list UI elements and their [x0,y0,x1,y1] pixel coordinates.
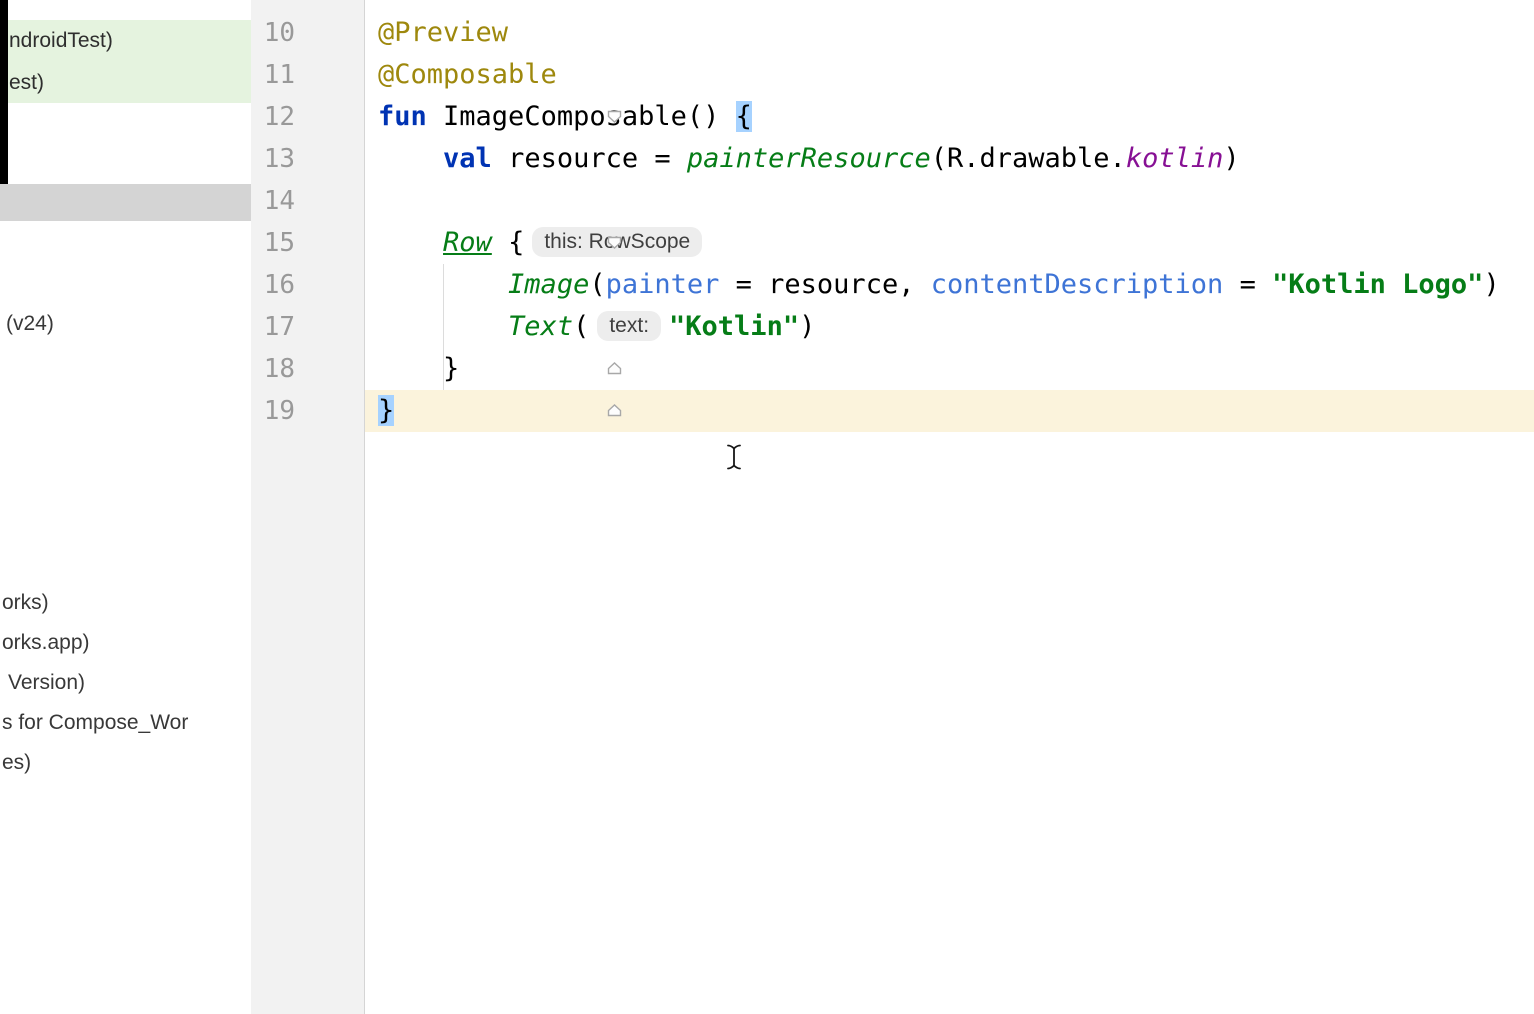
editor-gutter[interactable]: 10 11 12 13 14 15 16 17 18 19 ⚙ [251,0,365,1014]
code-token [378,269,508,300]
code-token: } [378,395,394,426]
fold-up-icon[interactable] [606,402,623,419]
code-token: ( [573,311,589,342]
code-token: ) [1223,143,1239,174]
tree-item-version[interactable]: Version) [0,663,252,703]
code-token: } [378,353,459,384]
code-line-14[interactable] [365,180,1534,222]
tree-item-androidtest[interactable]: ndroidTest) [0,20,252,62]
code-token: ) [799,311,815,342]
line-number[interactable]: 15 [259,222,295,264]
code-line-19[interactable]: } [365,390,1534,432]
fold-down-icon[interactable] [606,234,623,251]
code-token: contentDescription [931,269,1224,300]
code-token: @Preview [378,17,508,48]
code-token: ( [589,269,605,300]
code-token [378,311,508,342]
code-token: (R.drawable. [931,143,1126,174]
line-number[interactable]: 17 [259,306,295,348]
code-token: "Kotlin" [669,311,799,342]
code-editor[interactable]: @Preview @Composable fun ImageComposable… [365,0,1534,1014]
code-token: = [1223,269,1272,300]
line-number[interactable]: 19 [259,390,295,432]
code-line-15[interactable]: Row {this: RowScope [365,222,1534,264]
code-line-10[interactable]: @Preview [365,12,1534,54]
code-line-12[interactable]: fun ImageComposable() { [365,96,1534,138]
code-token: kotlin [1126,143,1224,174]
code-token: { [736,101,752,132]
tree-item-es[interactable]: es) [0,743,252,783]
code-token: Row [443,227,492,258]
line-number[interactable]: 18 [259,348,295,390]
code-token: painterResource [687,143,931,174]
line-number[interactable]: 11 [259,54,295,96]
code-token [378,143,443,174]
project-tree-panel: ndroidTest) est) (v24) orks) orks.app) V… [0,0,252,1014]
code-token: val [443,143,492,174]
code-token: { [492,227,525,258]
line-number[interactable]: 12 [259,96,295,138]
code-token: ImageComposable() [427,101,736,132]
text-cursor-pointer [724,443,744,471]
code-token: "Kotlin Logo" [1272,269,1483,300]
panel-edge-strip [0,0,8,184]
line-number[interactable]: 16 [259,264,295,306]
tree-item-compose-wor[interactable]: s for Compose_Wor [0,703,252,743]
tree-item-works[interactable]: orks) [0,583,252,623]
code-line-18[interactable]: } [365,348,1534,390]
tree-item-test[interactable]: est) [0,62,252,103]
code-token: @Composable [378,59,557,90]
code-line-17[interactable]: Text( text: "Kotlin") [365,306,1534,348]
code-line-16[interactable]: Image(painter = resource, contentDescrip… [365,264,1534,306]
code-token: Image [508,269,589,300]
code-token: resource = [492,143,687,174]
tree-item-selected[interactable] [0,184,251,221]
code-line-13[interactable]: val resource = painterResource(R.drawabl… [365,138,1534,180]
line-number[interactable]: 10 [259,12,295,54]
code-token [378,227,443,258]
code-token: fun [378,101,427,132]
tree-item-works-app[interactable]: orks.app) [0,623,252,663]
fold-down-icon[interactable] [606,108,623,125]
line-number[interactable]: 13 [259,138,295,180]
code-token: painter [606,269,720,300]
tree-item-v24[interactable]: (v24) [0,304,252,344]
code-token: Text [508,311,573,342]
code-token: ) [1483,269,1499,300]
inlay-hint: text: [597,311,661,341]
line-number[interactable]: 14 [259,180,295,222]
code-token: = resource, [719,269,930,300]
code-line-11[interactable]: @Composable [365,54,1534,96]
ide-screen: ndroidTest) est) (v24) orks) orks.app) V… [0,0,1534,1014]
fold-up-icon[interactable] [606,360,623,377]
